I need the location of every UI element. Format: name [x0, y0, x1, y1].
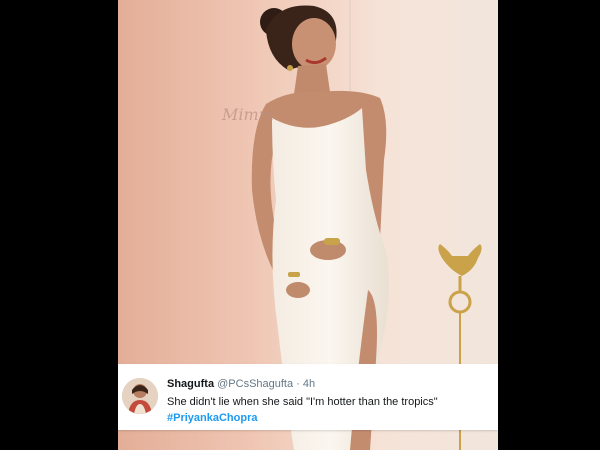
avatar-image [122, 378, 158, 414]
tweet-text: She didn't lie when she said "I'm hotter… [167, 396, 438, 408]
meta-separator: · [293, 378, 303, 390]
hashtag-link[interactable]: #PriyankaChopra [167, 412, 257, 425]
bracelets [324, 238, 340, 245]
tweet-time[interactable]: 4h [303, 378, 315, 390]
screenshot-frame: Mimm Shagufta @PCsShagufta · 4h She didn… [0, 0, 600, 450]
neck [294, 64, 330, 94]
photo-watermark: Mimm [221, 105, 274, 124]
tweet-header: Shagufta @PCsShagufta · 4h [167, 378, 315, 391]
tweet-card[interactable]: Shagufta @PCsShagufta · 4h She didn't li… [118, 364, 498, 430]
avatar[interactable] [122, 378, 158, 414]
user-handle[interactable]: @PCsShagufta [217, 378, 293, 390]
display-name[interactable]: Shagufta [167, 378, 214, 390]
